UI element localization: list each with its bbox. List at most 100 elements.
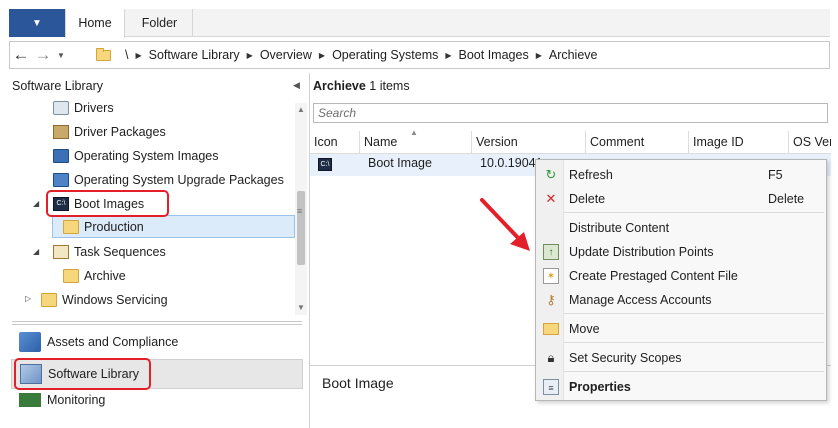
tree-item-os-images[interactable]: Operating System Images bbox=[53, 145, 219, 167]
column-header-os-version[interactable]: OS Ver bbox=[789, 131, 831, 153]
breadcrumb-boot-images[interactable]: Boot Images bbox=[459, 48, 529, 62]
os-image-icon bbox=[53, 149, 69, 163]
tree-item-label: Operating System Images bbox=[74, 149, 219, 163]
scroll-grip-icon: ≡ bbox=[297, 206, 303, 216]
tree-item-label: Driver Packages bbox=[74, 125, 166, 139]
tree-item-label: Task Sequences bbox=[74, 245, 166, 259]
folder-icon bbox=[63, 269, 79, 283]
navigation-pane-title: Software Library bbox=[12, 79, 104, 93]
refresh-icon: ↻ bbox=[545, 167, 557, 182]
menu-item-manage-access-accounts[interactable]: ⚷ Manage Access Accounts bbox=[537, 289, 825, 311]
breadcrumb-overview[interactable]: Overview bbox=[260, 48, 312, 62]
highlight-box-software-library bbox=[14, 358, 151, 390]
prestaged-content-icon: ✶ bbox=[543, 268, 559, 284]
menu-item-update-distribution-points[interactable]: ↑ Update Distribution Points bbox=[537, 241, 825, 263]
menu-item-label: Manage Access Accounts bbox=[569, 293, 712, 307]
menu-separator bbox=[564, 371, 824, 372]
assets-compliance-icon bbox=[19, 332, 41, 352]
tree-item-archive[interactable]: Archive bbox=[63, 265, 126, 287]
menu-item-label: Delete bbox=[569, 192, 606, 206]
chevron-right-icon[interactable]: ▶ bbox=[445, 51, 451, 60]
access-accounts-icon: ⚷ bbox=[546, 292, 556, 307]
driver-icon bbox=[53, 101, 69, 115]
collapse-pane-icon[interactable]: ◀ bbox=[293, 80, 300, 91]
column-header-comment[interactable]: Comment bbox=[586, 131, 689, 153]
folder-icon bbox=[63, 220, 79, 234]
breadcrumb-operating-systems[interactable]: Operating Systems bbox=[332, 48, 438, 62]
breadcrumb: \ ▶ Software Library ▶ Overview ▶ Operat… bbox=[96, 45, 605, 65]
menu-item-label: Properties bbox=[569, 380, 631, 394]
shortcut-label: F5 bbox=[768, 168, 783, 182]
tab-home[interactable]: Home bbox=[65, 9, 125, 38]
tree-item-os-upgrade-packages[interactable]: Operating System Upgrade Packages bbox=[53, 169, 284, 191]
menu-separator bbox=[564, 342, 824, 343]
menu-item-label: Refresh bbox=[569, 168, 613, 182]
menu-item-move[interactable]: Move bbox=[537, 318, 825, 340]
column-header-icon[interactable]: Icon bbox=[310, 131, 360, 153]
tree-item-task-sequences[interactable]: Task Sequences bbox=[53, 241, 166, 263]
column-header-version[interactable]: Version bbox=[472, 131, 586, 153]
red-arrow-annotation bbox=[480, 198, 530, 251]
expand-triangle-icon[interactable]: ◢ bbox=[33, 247, 39, 256]
menu-separator bbox=[564, 212, 824, 213]
breadcrumb-software-library[interactable]: Software Library bbox=[149, 48, 240, 62]
properties-icon: ≡ bbox=[543, 379, 559, 395]
chevron-right-icon[interactable]: ▶ bbox=[319, 51, 325, 60]
file-menu-button[interactable]: ▼ bbox=[9, 9, 65, 37]
forward-arrow-icon[interactable]: → bbox=[32, 42, 54, 68]
security-scopes-icon: 🔒︎ bbox=[547, 350, 555, 365]
workspace-label: Assets and Compliance bbox=[47, 335, 179, 349]
driver-package-icon bbox=[53, 125, 69, 139]
breadcrumb-root[interactable]: \ bbox=[125, 48, 128, 62]
update-distribution-points-icon: ↑ bbox=[543, 244, 559, 260]
workspace-monitoring[interactable]: Monitoring bbox=[11, 393, 303, 407]
menu-item-set-security-scopes[interactable]: 🔒︎ Set Security Scopes bbox=[537, 347, 825, 369]
breadcrumb-archieve[interactable]: Archieve bbox=[549, 48, 598, 62]
scrollbar-thumb[interactable] bbox=[297, 191, 305, 265]
tree-item-production[interactable]: Production bbox=[63, 216, 144, 238]
monitoring-icon bbox=[19, 393, 41, 407]
tree-item-label: Production bbox=[84, 220, 144, 234]
item-count: 1 items bbox=[369, 79, 410, 93]
menu-item-label: Move bbox=[569, 322, 600, 336]
chevron-right-icon[interactable]: ▶ bbox=[135, 51, 141, 60]
menu-item-label: Distribute Content bbox=[569, 221, 670, 235]
navigation-pane: Software Library ◀ Drivers Driver Packag… bbox=[9, 73, 309, 428]
scroll-down-icon[interactable]: ▼ bbox=[297, 303, 305, 312]
chevron-right-icon[interactable]: ▶ bbox=[536, 51, 542, 60]
menu-item-delete[interactable]: ✕ Delete Delete bbox=[537, 188, 825, 210]
column-header-name[interactable]: Name bbox=[360, 131, 472, 153]
address-bar: ← → ▼ \ ▶ Software Library ▶ Overview ▶ … bbox=[9, 41, 830, 69]
workspace-splitter[interactable] bbox=[12, 321, 302, 325]
column-header-image-id[interactable]: Image ID bbox=[689, 131, 789, 153]
highlight-box-boot-images bbox=[46, 190, 169, 217]
menu-item-properties[interactable]: ≡ Properties bbox=[537, 376, 825, 398]
tree-item-label: Archive bbox=[84, 269, 126, 283]
tree-item-windows-servicing[interactable]: Windows Servicing bbox=[41, 289, 168, 311]
expand-triangle-icon[interactable]: ◢ bbox=[33, 199, 39, 208]
ribbon: ▼ Home Folder bbox=[9, 9, 830, 38]
tree-item-driver-packages[interactable]: Driver Packages bbox=[53, 121, 166, 143]
workspace-assets-and-compliance[interactable]: Assets and Compliance bbox=[11, 327, 303, 357]
task-sequence-icon bbox=[53, 245, 69, 259]
shortcut-label: Delete bbox=[768, 192, 805, 206]
boot-image-icon: C:\ bbox=[318, 158, 332, 171]
back-arrow-icon[interactable]: ← bbox=[10, 42, 32, 68]
scroll-up-icon[interactable]: ▲ bbox=[297, 105, 305, 114]
menu-item-refresh[interactable]: ↻ Refresh F5 bbox=[537, 164, 825, 186]
cell-name: Boot Image bbox=[368, 156, 432, 170]
menu-item-label: Update Distribution Points bbox=[569, 245, 714, 259]
menu-item-distribute-content[interactable]: Distribute Content bbox=[537, 217, 825, 239]
search-input[interactable]: Search bbox=[313, 103, 828, 123]
history-dropdown-icon[interactable]: ▼ bbox=[54, 42, 68, 68]
tree-item-label: Operating System Upgrade Packages bbox=[74, 173, 284, 187]
move-icon bbox=[543, 323, 559, 335]
tree-item-drivers[interactable]: Drivers bbox=[53, 97, 114, 119]
chevron-right-icon[interactable]: ▶ bbox=[247, 51, 253, 60]
menu-separator bbox=[564, 313, 824, 314]
os-upgrade-package-icon bbox=[53, 173, 69, 187]
menu-item-label: Set Security Scopes bbox=[569, 351, 682, 365]
tab-folder[interactable]: Folder bbox=[127, 9, 193, 37]
collapsed-triangle-icon[interactable]: ▷ bbox=[25, 294, 31, 303]
menu-item-create-prestaged-content-file[interactable]: ✶ Create Prestaged Content File bbox=[537, 265, 825, 287]
